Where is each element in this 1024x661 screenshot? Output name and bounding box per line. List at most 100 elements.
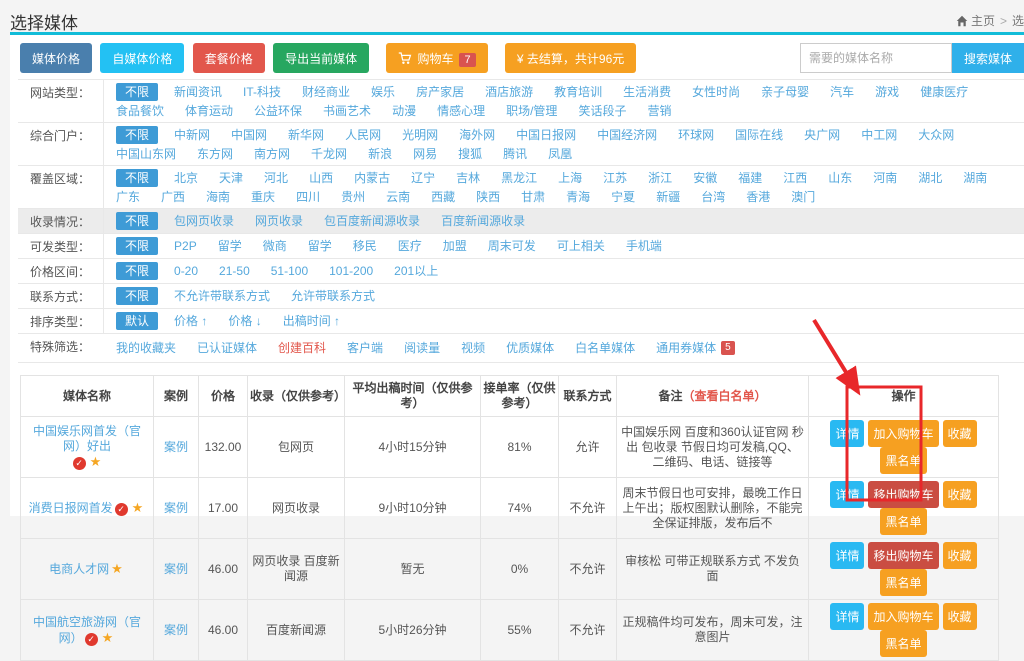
filter-option[interactable]: 海南 bbox=[206, 188, 230, 206]
media-name-link[interactable]: 中国娱乐网首发（官网）好出 bbox=[33, 424, 141, 453]
filter-option[interactable]: 湖南 bbox=[963, 169, 987, 187]
special-filter-option[interactable]: 创建百科 bbox=[278, 339, 326, 357]
filter-option[interactable]: 广西 bbox=[161, 188, 185, 206]
media-name-link[interactable]: 消费日报网首发 bbox=[29, 501, 113, 515]
special-filter-option[interactable]: 阅读量 bbox=[404, 339, 440, 357]
filter-option[interactable]: 公益环保 bbox=[254, 102, 302, 120]
special-filter-option[interactable]: 通用券媒体 bbox=[656, 339, 716, 357]
filter-option[interactable]: 出稿时间 ↑ bbox=[283, 312, 340, 330]
add-to-cart-button[interactable]: 加入购物车 bbox=[868, 420, 938, 447]
case-link[interactable]: 案例 bbox=[164, 623, 188, 637]
filter-option[interactable]: 西藏 bbox=[431, 188, 455, 206]
media-price-button[interactable]: 媒体价格 bbox=[20, 43, 92, 73]
filter-option[interactable]: 中国日报网 bbox=[516, 126, 576, 144]
filter-option[interactable]: 腾讯 bbox=[503, 145, 527, 163]
special-filter-option[interactable]: 优质媒体 bbox=[506, 339, 554, 357]
filter-option[interactable]: 中新网 bbox=[174, 126, 210, 144]
filter-option[interactable]: 上海 bbox=[558, 169, 582, 187]
filter-option[interactable]: 重庆 bbox=[251, 188, 275, 206]
media-search-input[interactable] bbox=[800, 43, 952, 73]
filter-option[interactable]: 千龙网 bbox=[311, 145, 347, 163]
filter-option[interactable]: 香港 bbox=[746, 188, 770, 206]
filter-option[interactable]: 营销 bbox=[647, 102, 671, 120]
filter-option[interactable]: 河南 bbox=[873, 169, 897, 187]
filter-option[interactable]: 医疗 bbox=[398, 237, 422, 255]
filter-option[interactable]: 安徽 bbox=[693, 169, 717, 187]
filter-option[interactable]: IT-科技 bbox=[243, 83, 281, 101]
filter-option[interactable]: 移民 bbox=[353, 237, 377, 255]
package-price-button[interactable]: 套餐价格 bbox=[193, 43, 265, 73]
filter-option[interactable]: 央广网 bbox=[804, 126, 840, 144]
breadcrumb-current-link[interactable]: 选择媒体 bbox=[1012, 14, 1024, 28]
filter-option[interactable]: 中国经济网 bbox=[597, 126, 657, 144]
filter-selected-chip[interactable]: 不限 bbox=[116, 212, 158, 230]
filter-option[interactable]: 中工网 bbox=[861, 126, 897, 144]
search-media-button[interactable]: 搜索媒体 bbox=[952, 43, 1024, 73]
filter-option[interactable]: 动漫 bbox=[392, 102, 416, 120]
filter-option[interactable]: 健康医疗 bbox=[920, 83, 968, 101]
filter-option[interactable]: 包百度新闻源收录 bbox=[324, 212, 420, 230]
case-link[interactable]: 案例 bbox=[164, 501, 188, 515]
detail-button[interactable]: 详情 bbox=[830, 542, 864, 569]
filter-option[interactable]: 广东 bbox=[116, 188, 140, 206]
detail-button[interactable]: 详情 bbox=[830, 420, 864, 447]
filter-option[interactable]: 江苏 bbox=[603, 169, 627, 187]
filter-option[interactable]: 北京 bbox=[174, 169, 198, 187]
filter-option[interactable]: 湖北 bbox=[918, 169, 942, 187]
filter-option[interactable]: 房产家居 bbox=[416, 83, 464, 101]
filter-option[interactable]: 青海 bbox=[566, 188, 590, 206]
filter-option[interactable]: 浙江 bbox=[648, 169, 672, 187]
filter-option[interactable]: 中国网 bbox=[231, 126, 267, 144]
filter-option[interactable]: 酒店旅游 bbox=[485, 83, 533, 101]
filter-option[interactable]: 天津 bbox=[219, 169, 243, 187]
filter-option[interactable]: 山西 bbox=[309, 169, 333, 187]
filter-option[interactable]: 201以上 bbox=[394, 262, 438, 280]
filter-option[interactable]: 加盟 bbox=[443, 237, 467, 255]
filter-option[interactable]: 手机端 bbox=[626, 237, 662, 255]
filter-option[interactable]: 国际在线 bbox=[735, 126, 783, 144]
case-link[interactable]: 案例 bbox=[164, 562, 188, 576]
filter-option[interactable]: 台湾 bbox=[701, 188, 725, 206]
filter-option[interactable]: 宁夏 bbox=[611, 188, 635, 206]
filter-option[interactable]: 四川 bbox=[296, 188, 320, 206]
filter-option[interactable]: 海外网 bbox=[459, 126, 495, 144]
filter-option[interactable]: 南方网 bbox=[254, 145, 290, 163]
case-link[interactable]: 案例 bbox=[164, 440, 188, 454]
filter-option[interactable]: 体育运动 bbox=[185, 102, 233, 120]
filter-option[interactable]: 陕西 bbox=[476, 188, 500, 206]
filter-option[interactable]: 财经商业 bbox=[302, 83, 350, 101]
filter-option[interactable]: 价格 ↓ bbox=[228, 312, 261, 330]
filter-option[interactable]: 中国山东网 bbox=[116, 145, 176, 163]
remove-from-cart-button[interactable]: 移出购物车 bbox=[868, 481, 938, 508]
filter-selected-chip[interactable]: 不限 bbox=[116, 262, 158, 280]
filter-option[interactable]: 亲子母婴 bbox=[761, 83, 809, 101]
filter-option[interactable]: 百度新闻源收录 bbox=[441, 212, 525, 230]
detail-button[interactable]: 详情 bbox=[830, 481, 864, 508]
filter-option[interactable]: 留学 bbox=[218, 237, 242, 255]
remove-from-cart-button[interactable]: 移出购物车 bbox=[868, 542, 938, 569]
filter-option[interactable]: 内蒙古 bbox=[354, 169, 390, 187]
filter-selected-chip[interactable]: 默认 bbox=[116, 312, 158, 330]
filter-option[interactable]: 0-20 bbox=[174, 262, 198, 280]
filter-option[interactable]: 食品餐饮 bbox=[116, 102, 164, 120]
filter-selected-chip[interactable]: 不限 bbox=[116, 287, 158, 305]
selfmedia-price-button[interactable]: 自媒体价格 bbox=[100, 43, 184, 73]
filter-option[interactable]: 可上相关 bbox=[557, 237, 605, 255]
add-to-cart-button[interactable]: 加入购物车 bbox=[868, 603, 938, 630]
export-current-media-button[interactable]: 导出当前媒体 bbox=[273, 43, 369, 73]
filter-option[interactable]: 教育培训 bbox=[554, 83, 602, 101]
filter-option[interactable]: 允许带联系方式 bbox=[291, 287, 375, 305]
filter-option[interactable]: 微商 bbox=[263, 237, 287, 255]
cart-button[interactable]: 购物车7 bbox=[386, 43, 487, 73]
favorite-button[interactable]: 收藏 bbox=[943, 420, 977, 447]
special-filter-option[interactable]: 白名单媒体 bbox=[575, 339, 635, 357]
filter-option[interactable]: 辽宁 bbox=[411, 169, 435, 187]
filter-option[interactable]: 东方网 bbox=[197, 145, 233, 163]
filter-option[interactable]: 价格 ↑ bbox=[174, 312, 207, 330]
filter-option[interactable]: 环球网 bbox=[678, 126, 714, 144]
filter-option[interactable]: 大众网 bbox=[918, 126, 954, 144]
filter-option[interactable]: 新浪 bbox=[368, 145, 392, 163]
filter-option[interactable]: 人民网 bbox=[345, 126, 381, 144]
blacklist-button[interactable]: 黑名单 bbox=[880, 569, 926, 596]
favorite-button[interactable]: 收藏 bbox=[943, 603, 977, 630]
